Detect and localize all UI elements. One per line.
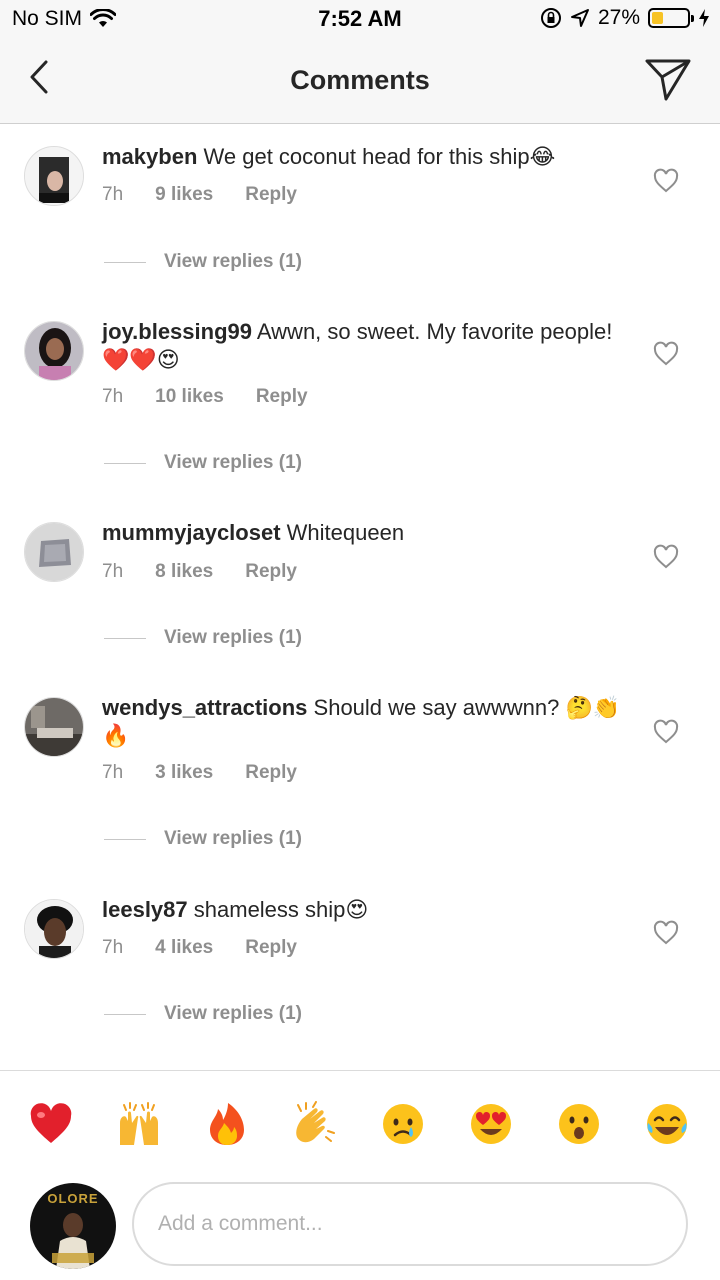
comment-likes[interactable]: 10 likes: [155, 386, 224, 408]
comment-meta: 7h 3 likes Reply: [102, 762, 297, 784]
comment-text: mummyjaycloset Whitequeen: [102, 519, 622, 547]
view-replies-label: View replies (1): [164, 452, 302, 473]
reply-button[interactable]: Reply: [245, 762, 297, 784]
direct-send-icon[interactable]: [644, 56, 692, 102]
view-replies-button[interactable]: View replies (1): [104, 452, 302, 474]
avatar-image: [25, 523, 83, 581]
view-replies-button[interactable]: View replies (1): [104, 251, 302, 273]
comment-username[interactable]: wendys_attractions: [102, 695, 307, 720]
fire-icon[interactable]: [204, 1101, 250, 1147]
comment-body: We get coconut head for this ship😂: [203, 144, 556, 169]
astonished-face-icon[interactable]: [556, 1101, 602, 1147]
status-bar: No SIM 7:52 AM 27%: [0, 0, 720, 40]
comment-text: joy.blessing99 Awwn, so sweet. My favori…: [102, 318, 622, 374]
view-replies-label: View replies (1): [164, 1003, 302, 1024]
avatar[interactable]: [24, 522, 84, 582]
comment-likes[interactable]: 3 likes: [155, 762, 213, 784]
tears-of-joy-icon[interactable]: [644, 1101, 690, 1147]
heart-eyes-icon[interactable]: [468, 1101, 514, 1147]
raising-hands-icon[interactable]: [116, 1101, 162, 1147]
battery-percent: 27%: [597, 6, 640, 29]
comment-time: 7h: [102, 184, 124, 205]
battery-icon: [648, 8, 694, 28]
comment-meta: 7h 9 likes Reply: [102, 184, 297, 206]
comment-username[interactable]: joy.blessing99: [102, 319, 252, 344]
avatar[interactable]: [24, 899, 84, 959]
nav-bar: Comments: [0, 40, 720, 124]
comment-input[interactable]: [132, 1182, 688, 1266]
view-replies-button[interactable]: View replies (1): [104, 627, 302, 649]
comment-username[interactable]: mummyjaycloset: [102, 520, 281, 545]
comment-username[interactable]: leesly87: [102, 897, 188, 922]
replies-divider: [104, 1013, 146, 1015]
comment-meta: 7h 10 likes Reply: [102, 386, 308, 408]
clapping-hands-icon[interactable]: [292, 1101, 338, 1147]
heart-icon[interactable]: [652, 544, 680, 570]
reply-button[interactable]: Reply: [256, 386, 308, 408]
reply-button[interactable]: Reply: [245, 937, 297, 959]
view-replies-button[interactable]: View replies (1): [104, 1003, 302, 1025]
reply-button[interactable]: Reply: [245, 184, 297, 206]
battery-fill: [652, 12, 664, 24]
avatar-image: [25, 698, 83, 756]
avatar[interactable]: [24, 146, 84, 206]
view-replies-button[interactable]: View replies (1): [104, 828, 302, 850]
view-replies-label: View replies (1): [164, 251, 302, 272]
comment-text: makyben We get coconut head for this shi…: [102, 143, 622, 171]
heart-icon[interactable]: [652, 341, 680, 367]
comment-text: leesly87 shameless ship😍: [102, 896, 622, 924]
heart-emoji-icon[interactable]: [28, 1101, 74, 1147]
heart-icon[interactable]: [652, 920, 680, 946]
location-icon: [570, 9, 589, 27]
comment-text: wendys_attractions Should we say awwwnn?…: [102, 694, 622, 750]
heart-icon[interactable]: [652, 168, 680, 194]
charging-icon: [699, 9, 709, 27]
view-replies-label: View replies (1): [164, 828, 302, 849]
comment-time: 7h: [102, 561, 124, 582]
replies-divider: [104, 838, 146, 840]
comment-time: 7h: [102, 762, 124, 783]
quick-emoji-bar: [0, 1070, 720, 1180]
my-avatar: OLORE: [30, 1183, 116, 1269]
comment-likes[interactable]: 4 likes: [155, 937, 213, 959]
heart-icon[interactable]: [652, 719, 680, 745]
avatar[interactable]: [24, 697, 84, 757]
avatar-image: [52, 1213, 94, 1269]
page-title: Comments: [290, 65, 430, 95]
avatar-image: [25, 900, 83, 958]
comment-likes[interactable]: 8 likes: [155, 561, 213, 583]
comment-likes[interactable]: 9 likes: [155, 184, 213, 206]
replies-divider: [104, 637, 146, 639]
avatar-image: [25, 147, 83, 205]
avatar-image: [25, 322, 83, 380]
crying-face-icon[interactable]: [380, 1101, 426, 1147]
comment-meta: 7h 4 likes Reply: [102, 937, 297, 959]
comment-composer: OLORE: [0, 1180, 720, 1280]
view-replies-label: View replies (1): [164, 627, 302, 648]
status-right: 27%: [540, 6, 710, 30]
avatar[interactable]: [24, 321, 84, 381]
comment-time: 7h: [102, 937, 124, 958]
comment-body: shameless ship😍: [193, 897, 369, 922]
comment-username[interactable]: makyben: [102, 144, 197, 169]
replies-divider: [104, 261, 146, 263]
replies-divider: [104, 462, 146, 464]
comment-body: Whitequeen: [286, 520, 405, 545]
comment-time: 7h: [102, 386, 124, 407]
rotation-lock-icon: [540, 8, 561, 28]
reply-button[interactable]: Reply: [245, 561, 297, 583]
comment-meta: 7h 8 likes Reply: [102, 561, 297, 583]
